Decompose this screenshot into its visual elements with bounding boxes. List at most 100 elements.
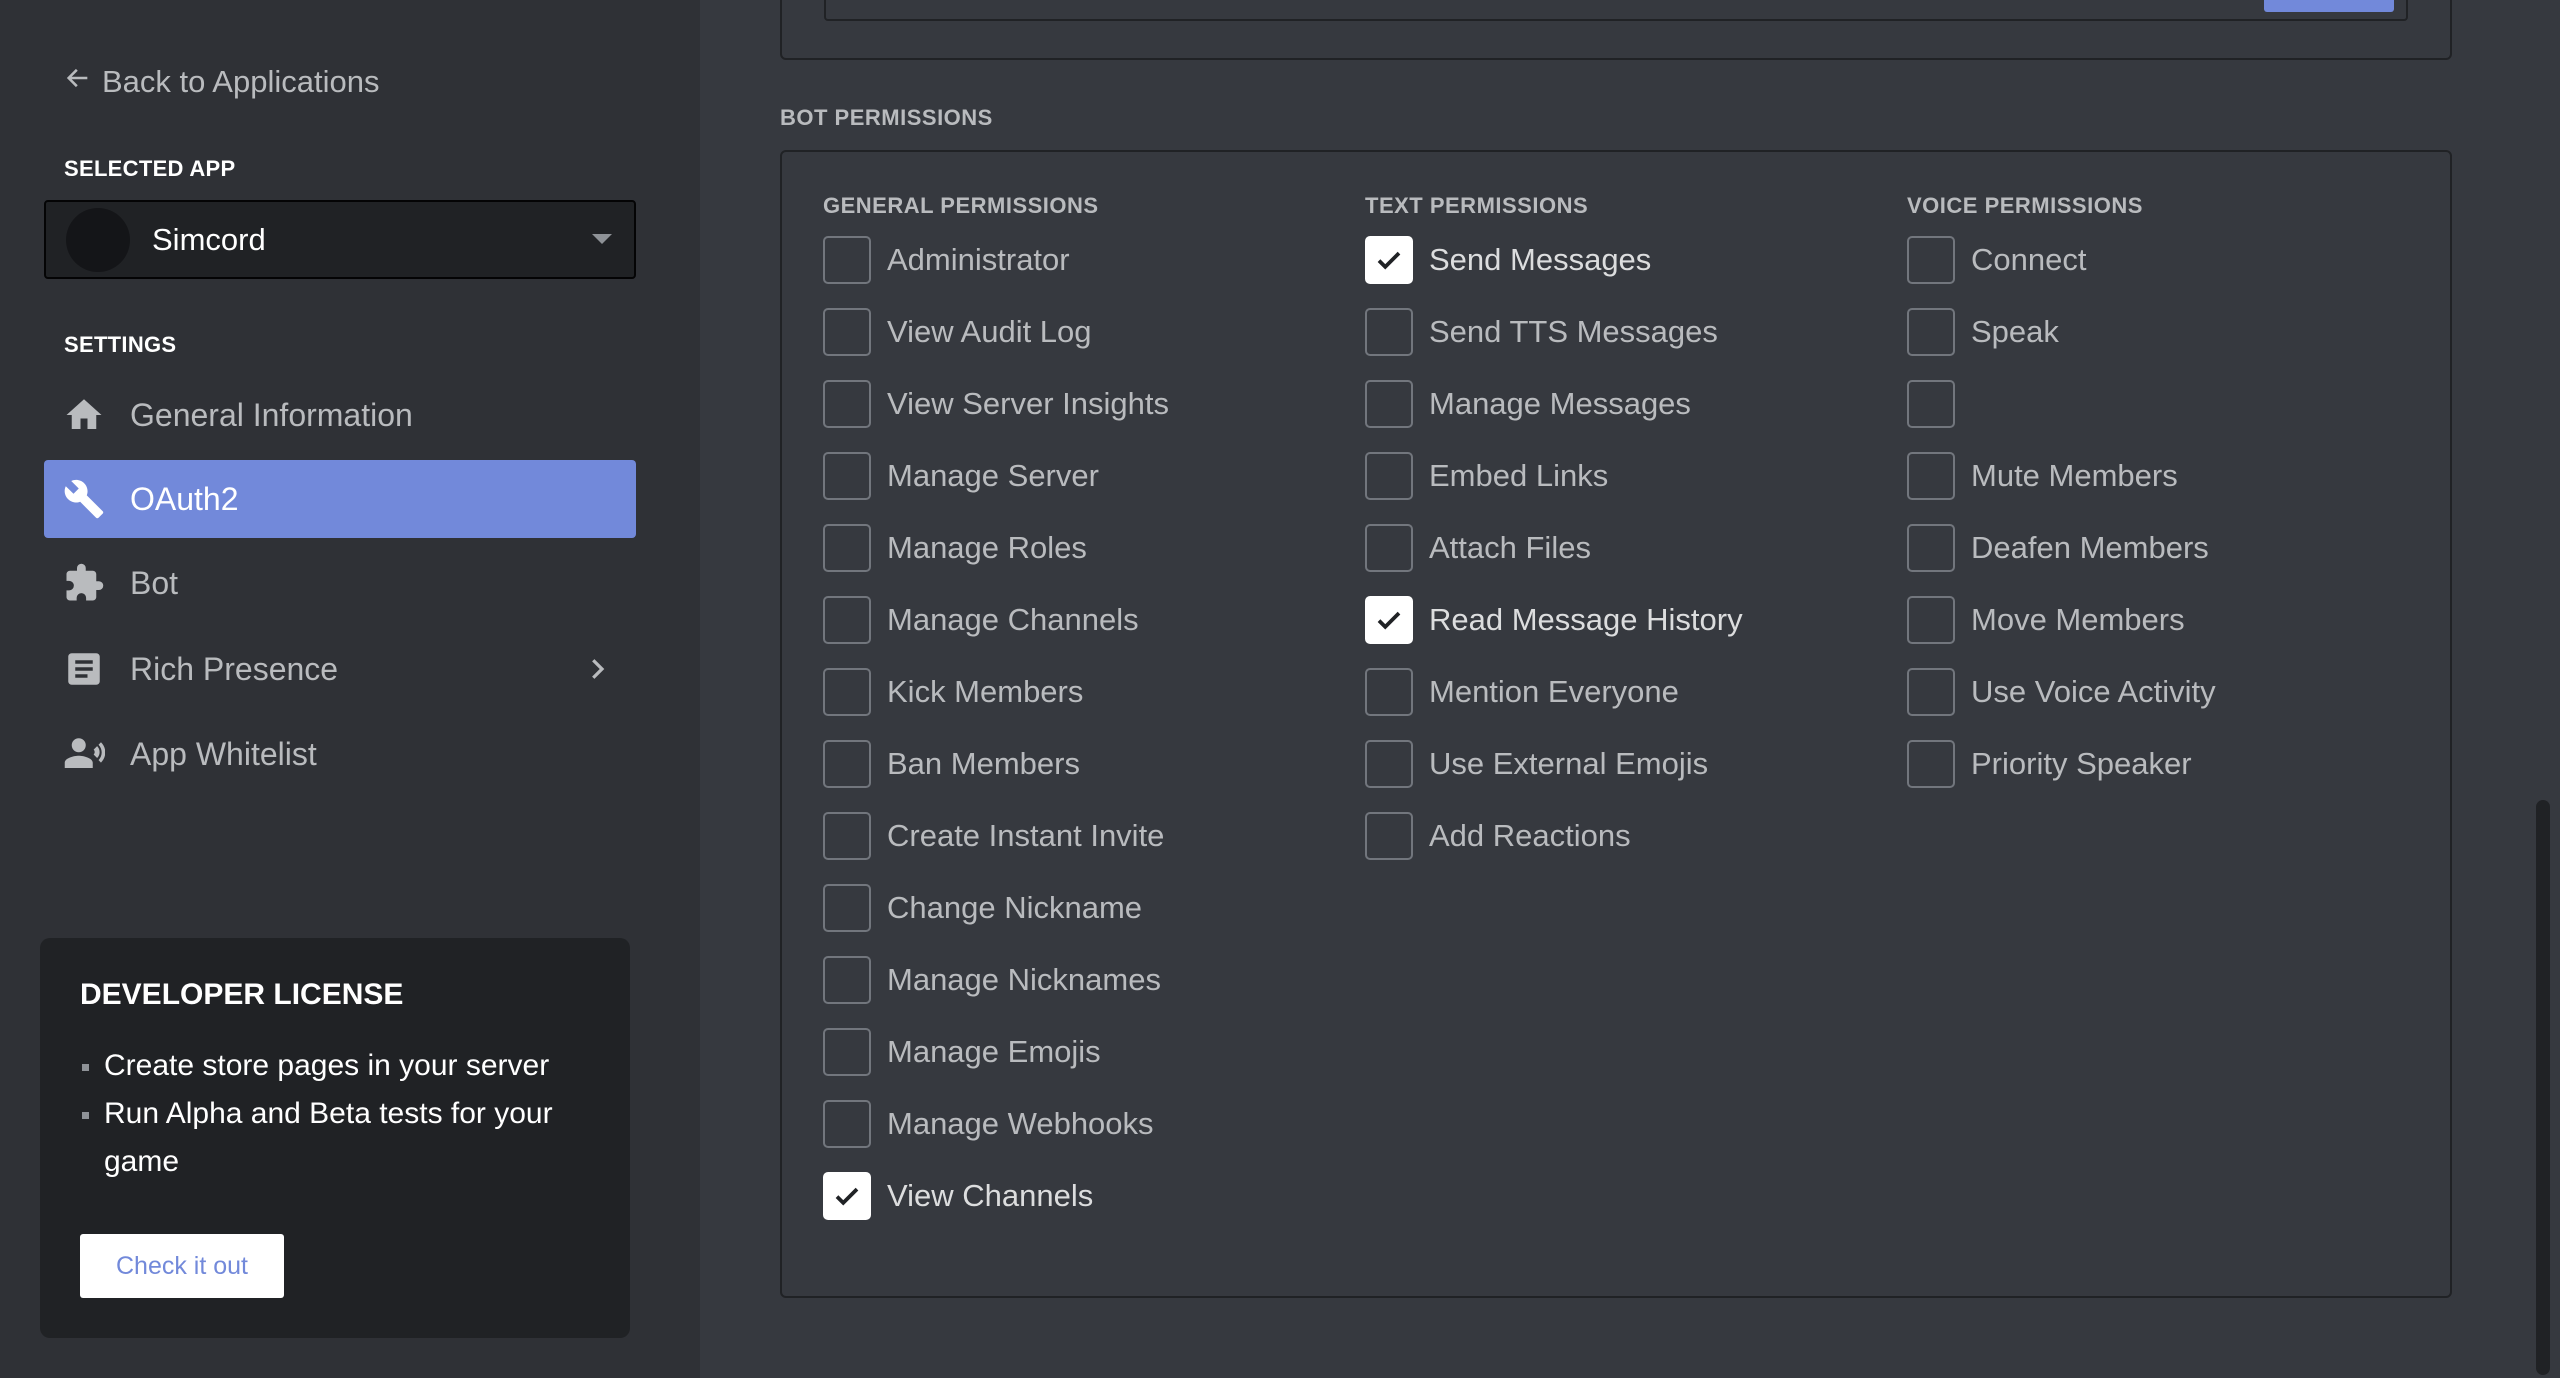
permission-label: Send TTS Messages xyxy=(1429,314,1718,349)
copy-button[interactable] xyxy=(2264,0,2394,12)
permission-label: Attach Files xyxy=(1429,530,1591,565)
check-it-out-button[interactable]: Check it out xyxy=(80,1234,284,1298)
permission-row[interactable]: Manage Webhooks xyxy=(823,1100,1169,1172)
permission-row[interactable]: Add Reactions xyxy=(1365,812,1743,884)
permission-row[interactable]: View Channels xyxy=(823,1172,1169,1244)
app-selector-dropdown[interactable]: Simcord xyxy=(44,200,636,279)
permission-label: View Channels xyxy=(887,1178,1094,1213)
sidebar-item-app-whitelist[interactable]: App Whitelist xyxy=(44,715,636,793)
permission-checkbox[interactable] xyxy=(823,1028,871,1076)
permission-row[interactable]: Manage Roles xyxy=(823,524,1169,596)
permission-row[interactable]: Mention Everyone xyxy=(1365,668,1743,740)
permission-row[interactable]: Manage Emojis xyxy=(823,1028,1169,1100)
checkmark-icon xyxy=(832,1181,862,1211)
permission-checkbox[interactable] xyxy=(1907,452,1955,500)
permission-label: Kick Members xyxy=(887,674,1084,709)
permission-checkbox[interactable] xyxy=(1907,524,1955,572)
permission-checkbox[interactable] xyxy=(1365,596,1413,644)
permission-row[interactable]: Manage Channels xyxy=(823,596,1169,668)
permission-checkbox[interactable] xyxy=(823,884,871,932)
permission-checkbox[interactable] xyxy=(823,380,871,428)
permission-label: Read Message History xyxy=(1429,602,1743,637)
permission-row[interactable]: Send TTS Messages xyxy=(1365,308,1743,380)
permission-label: Manage Emojis xyxy=(887,1034,1101,1069)
back-to-applications-link[interactable]: Back to Applications xyxy=(64,62,379,102)
permission-row[interactable]: Administrator xyxy=(823,236,1169,308)
permission-checkbox[interactable] xyxy=(823,956,871,1004)
permission-checkbox[interactable] xyxy=(823,236,871,284)
permission-row[interactable]: Embed Links xyxy=(1365,452,1743,524)
permission-row[interactable]: Use External Emojis xyxy=(1365,740,1743,812)
permission-checkbox[interactable] xyxy=(823,668,871,716)
permission-checkbox[interactable] xyxy=(1365,236,1413,284)
permission-checkbox[interactable] xyxy=(1365,308,1413,356)
puzzle-icon xyxy=(62,561,106,605)
arrow-left-icon xyxy=(64,64,92,100)
permission-checkbox[interactable] xyxy=(1907,308,1955,356)
permission-row[interactable]: Change Nickname xyxy=(823,884,1169,956)
permission-row[interactable]: Ban Members xyxy=(823,740,1169,812)
permission-label: Priority Speaker xyxy=(1971,746,2192,781)
permission-row[interactable]: Send Messages xyxy=(1365,236,1743,308)
general-permissions-column: GENERAL PERMISSIONS Administrator View Au… xyxy=(823,190,1169,1244)
permission-label: Administrator xyxy=(887,242,1070,277)
permission-row[interactable]: Connect xyxy=(1907,236,2216,308)
permission-row[interactable]: Read Message History xyxy=(1365,596,1743,668)
permission-checkbox[interactable] xyxy=(823,524,871,572)
permission-checkbox[interactable] xyxy=(1907,236,1955,284)
sidebar-item-label: App Whitelist xyxy=(130,735,317,772)
permission-label: Use Voice Activity xyxy=(1971,674,2216,709)
permission-row[interactable]: Move Members xyxy=(1907,596,2216,668)
permission-checkbox[interactable] xyxy=(1907,740,1955,788)
permission-row[interactable]: Speak xyxy=(1907,308,2216,380)
permission-checkbox[interactable] xyxy=(823,1100,871,1148)
home-icon xyxy=(62,393,106,437)
permission-row[interactable]: Attach Files xyxy=(1365,524,1743,596)
permission-checkbox[interactable] xyxy=(823,452,871,500)
caret-down-icon xyxy=(592,234,612,244)
permission-checkbox[interactable] xyxy=(1907,596,1955,644)
permission-checkbox[interactable] xyxy=(823,740,871,788)
permission-checkbox[interactable] xyxy=(1365,812,1413,860)
redirect-panel xyxy=(780,0,2452,60)
permission-label: Mute Members xyxy=(1971,458,2178,493)
sidebar-item-general-information[interactable]: General Information xyxy=(44,376,636,454)
permission-row[interactable]: Mute Members xyxy=(1907,452,2216,524)
sidebar-item-bot[interactable]: Bot xyxy=(44,544,636,622)
permission-checkbox[interactable] xyxy=(1365,380,1413,428)
license-bullet: Run Alpha and Beta tests for your game xyxy=(80,1090,590,1186)
bot-permissions-panel: GENERAL PERMISSIONS Administrator View Au… xyxy=(780,150,2452,1298)
permission-checkbox[interactable] xyxy=(1365,740,1413,788)
permission-checkbox[interactable] xyxy=(1907,380,1955,428)
permission-checkbox[interactable] xyxy=(823,596,871,644)
sidebar: Back to Applications SELECTED APP Simcor… xyxy=(0,0,700,1378)
permission-row[interactable]: Manage Server xyxy=(823,452,1169,524)
redirect-input[interactable] xyxy=(824,0,2408,21)
scrollbar-thumb[interactable] xyxy=(2536,800,2550,1375)
permission-row[interactable]: Kick Members xyxy=(823,668,1169,740)
permission-checkbox[interactable] xyxy=(1907,668,1955,716)
permission-checkbox[interactable] xyxy=(1365,524,1413,572)
permission-row[interactable]: Create Instant Invite xyxy=(823,812,1169,884)
permission-row[interactable]: View Audit Log xyxy=(823,308,1169,380)
permission-row[interactable] xyxy=(1907,380,2216,452)
text-permissions-column: TEXT PERMISSIONS Send Messages Send TTS M… xyxy=(1365,190,1743,884)
permission-label: Deafen Members xyxy=(1971,530,2209,565)
permission-checkbox[interactable] xyxy=(823,308,871,356)
permission-row[interactable]: Priority Speaker xyxy=(1907,740,2216,812)
permission-row[interactable]: Manage Nicknames xyxy=(823,956,1169,1028)
permission-row[interactable]: Use Voice Activity xyxy=(1907,668,2216,740)
permission-row[interactable]: Manage Messages xyxy=(1365,380,1743,452)
permission-checkbox[interactable] xyxy=(823,812,871,860)
permission-label: Mention Everyone xyxy=(1429,674,1679,709)
developer-license-card: DEVELOPER LICENSE Create store pages in … xyxy=(40,938,630,1338)
permission-checkbox[interactable] xyxy=(1365,668,1413,716)
permission-label: View Audit Log xyxy=(887,314,1092,349)
permission-row[interactable]: View Server Insights xyxy=(823,380,1169,452)
sidebar-item-rich-presence[interactable]: Rich Presence xyxy=(44,630,636,708)
sidebar-item-oauth2[interactable]: OAuth2 xyxy=(44,460,636,538)
permission-row[interactable]: Deafen Members xyxy=(1907,524,2216,596)
permission-checkbox[interactable] xyxy=(1365,452,1413,500)
document-icon xyxy=(62,647,106,691)
permission-checkbox[interactable] xyxy=(823,1172,871,1220)
